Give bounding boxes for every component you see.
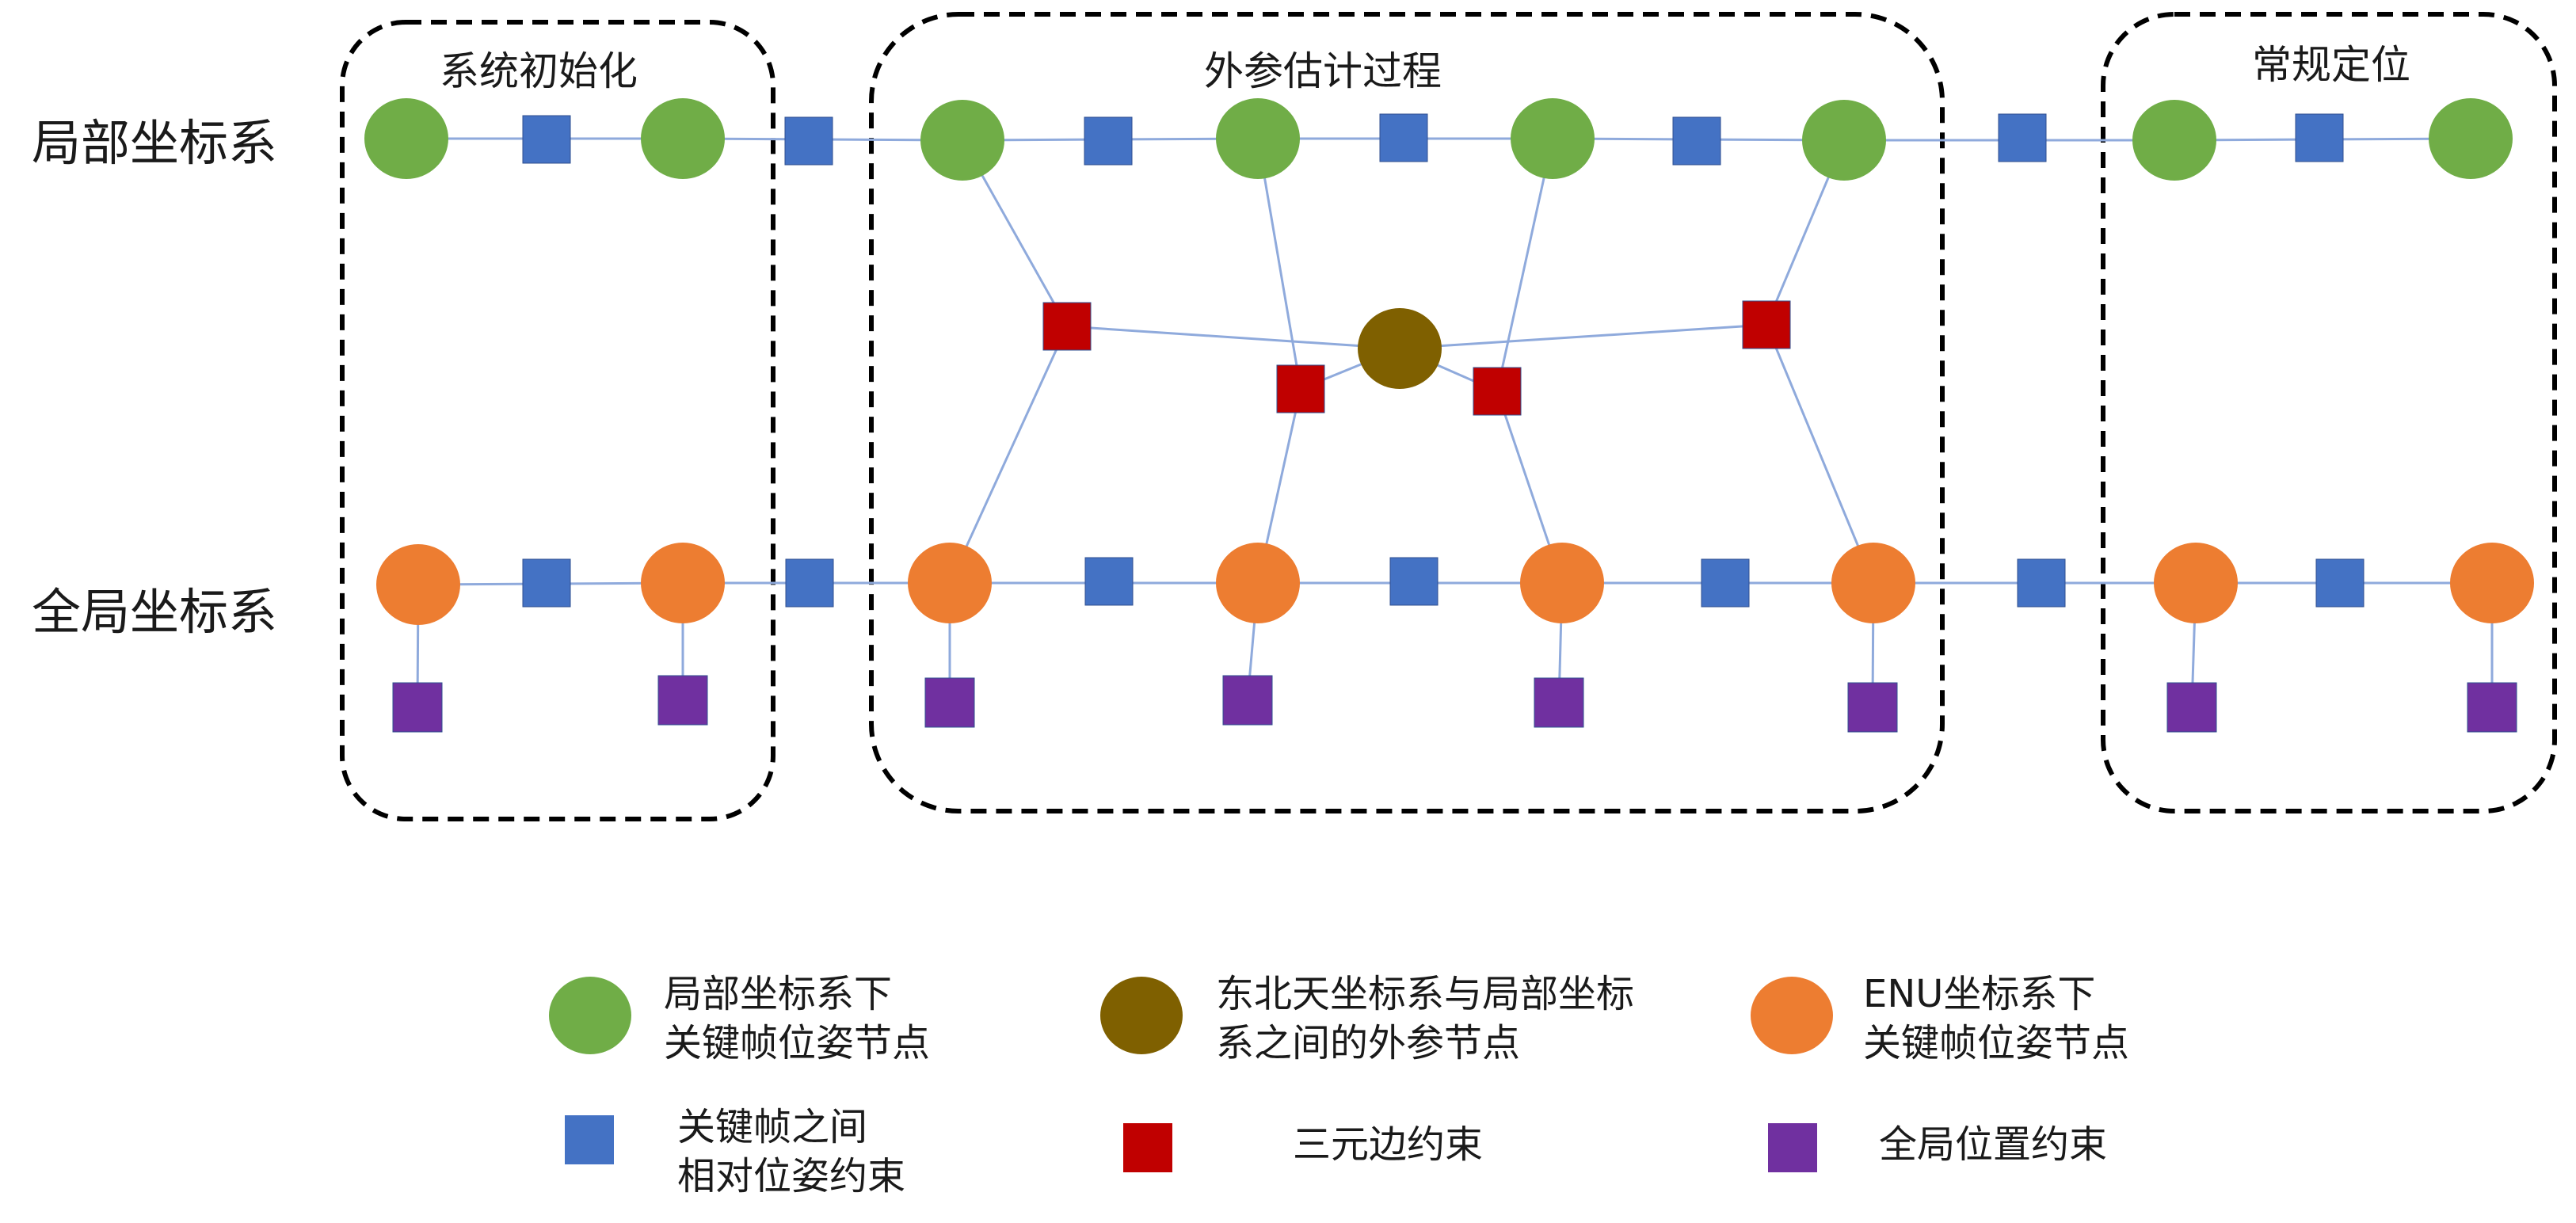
enu-pose-node xyxy=(2450,543,2534,623)
legend-enu-node-label: ENU坐标系下 关键帧位姿节点 xyxy=(1863,972,2130,1065)
legend-global-constraint-swatch xyxy=(1768,1123,1817,1172)
relative-constraint-factor xyxy=(1084,557,1134,606)
local-pose-node xyxy=(1216,98,1300,179)
row-label-global: 全局坐标系 xyxy=(32,583,278,641)
relative-constraint-factor xyxy=(2315,558,2365,608)
group-title-init: 系统初始化 xyxy=(440,48,638,94)
relative-constraint-factor xyxy=(1379,113,1428,162)
ternary-constraint-factor xyxy=(1276,364,1325,413)
local-pose-node xyxy=(2132,100,2216,181)
graph-edges xyxy=(406,137,2494,708)
enu-pose-node xyxy=(1831,543,1915,623)
global-constraint-factor xyxy=(1534,677,1584,728)
relative-constraint-factor xyxy=(1084,116,1133,166)
relative-constraint-factor xyxy=(1998,113,2047,162)
global-constraint-factor xyxy=(924,677,975,728)
relative-constraint-factor xyxy=(2017,558,2066,608)
legend-enu-node-swatch xyxy=(1751,977,1833,1054)
edge-ternary xyxy=(1765,324,1875,584)
legend-extrinsic-node-swatch xyxy=(1100,977,1183,1054)
enu-pose-node xyxy=(908,543,992,623)
ternary-constraint-factor xyxy=(1742,300,1791,349)
global-constraint-factor xyxy=(1847,682,1898,733)
legend-relative-constraint-swatch xyxy=(565,1115,614,1164)
global-constraint-factor xyxy=(392,682,443,733)
enu-pose-node xyxy=(641,543,725,623)
relative-constraint-factor xyxy=(1389,557,1439,606)
legend-relative-constraint-label: 关键帧之间 相对位姿约束 xyxy=(677,1105,906,1198)
edge-ternary xyxy=(1399,323,1767,350)
relative-constraint-factor xyxy=(2295,113,2344,162)
group-title-normal: 常规定位 xyxy=(2252,42,2410,88)
enu-pose-node xyxy=(1520,543,1604,623)
global-constraint-factor xyxy=(2467,682,2517,733)
legend-global-constraint-label: 全局位置约束 xyxy=(1879,1122,2108,1167)
local-pose-node xyxy=(1802,100,1886,181)
legend-local-node-label: 局部坐标系下 关键帧位姿节点 xyxy=(664,972,931,1065)
ternary-constraint-factor xyxy=(1473,367,1522,416)
edge-ternary xyxy=(948,326,1069,584)
local-pose-node xyxy=(1511,98,1595,179)
relative-constraint-factor xyxy=(522,115,571,164)
edge-ternary xyxy=(1066,325,1400,350)
row-label-local: 局部坐标系 xyxy=(32,114,278,172)
legend-ternary-constraint-label: 三元边约束 xyxy=(1293,1122,1484,1167)
ternary-constraint-factor xyxy=(1042,302,1092,351)
relative-constraint-factor xyxy=(785,558,834,608)
enu-pose-node xyxy=(2154,543,2238,623)
global-constraint-factor xyxy=(657,675,708,726)
local-pose-node xyxy=(641,98,725,179)
relative-constraint-factor xyxy=(1701,558,1750,608)
legend-local-node-swatch xyxy=(549,977,631,1054)
graph-nodes xyxy=(364,98,2534,733)
extrinsic-node xyxy=(1358,308,1442,389)
local-pose-node xyxy=(920,100,1004,181)
global-constraint-factor xyxy=(2166,682,2217,733)
local-pose-node xyxy=(2429,98,2513,179)
legend-extrinsic-node-label: 东北天坐标系与局部坐标 系之间的外参节点 xyxy=(1216,972,1635,1065)
relative-constraint-factor xyxy=(1672,116,1721,166)
enu-pose-node xyxy=(376,544,460,625)
relative-constraint-factor xyxy=(784,116,833,166)
group-title-calib: 外参估计过程 xyxy=(1204,48,1442,94)
relative-constraint-factor xyxy=(522,558,571,608)
enu-pose-node xyxy=(1216,543,1300,623)
global-constraint-factor xyxy=(1222,675,1273,726)
local-pose-node xyxy=(364,98,448,179)
legend-ternary-constraint-swatch xyxy=(1123,1123,1172,1172)
